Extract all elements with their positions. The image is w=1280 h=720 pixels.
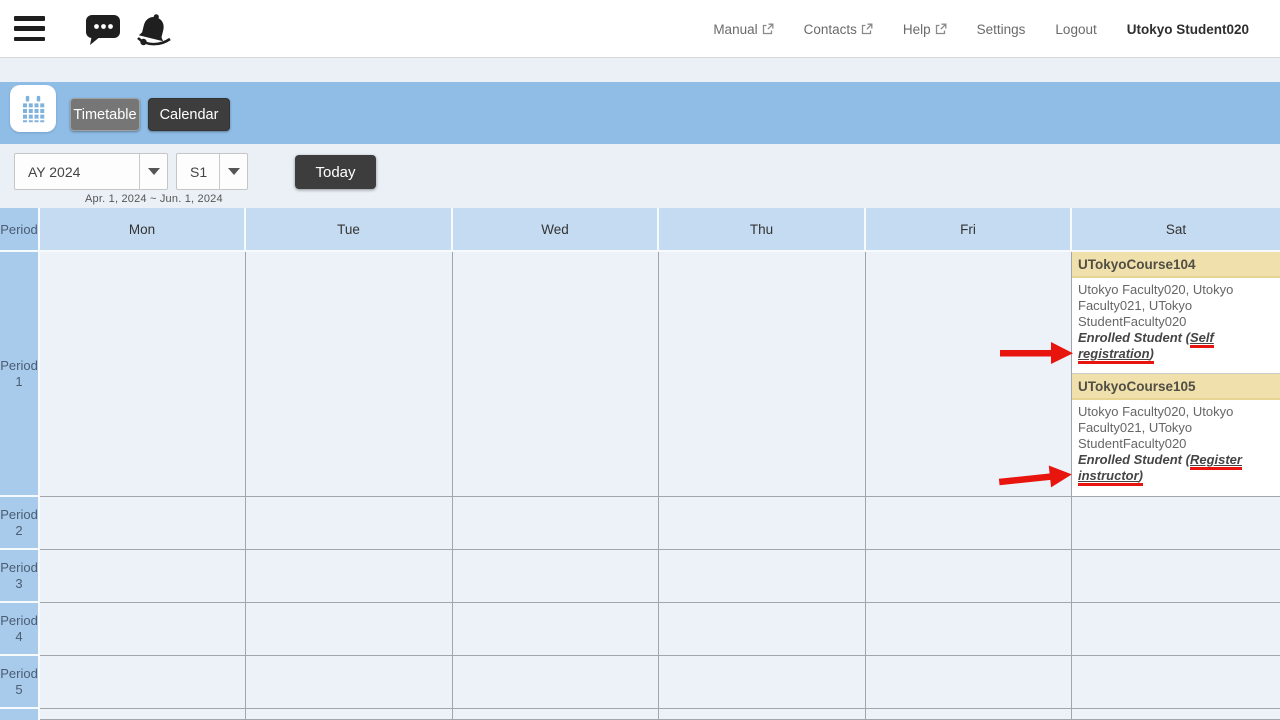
course-card-body: Utokyo Faculty020, Utokyo Faculty021, UT… (1072, 278, 1280, 373)
external-link-icon (935, 23, 947, 35)
timetable-cell (866, 603, 1072, 656)
calendar-tab-button[interactable]: Calendar (148, 98, 230, 131)
bell-icon[interactable] (132, 11, 174, 54)
day-header-thu: Thu (659, 208, 866, 252)
timetable-cell (866, 497, 1072, 550)
period-label-5: Period 5 (0, 656, 40, 709)
timetable-cell (659, 603, 866, 656)
timetable-cell (659, 252, 866, 497)
nav-link-contacts[interactable]: Contacts (804, 22, 873, 37)
nav-link-label: Settings (977, 22, 1026, 37)
timetable-cell (1072, 603, 1280, 656)
timetable-cell (246, 550, 453, 603)
period-label-partial (0, 709, 40, 720)
timetable-cell (453, 550, 659, 603)
timetable-cell (246, 656, 453, 709)
timetable-cell (1072, 497, 1280, 550)
nav-link-logout[interactable]: Logout (1055, 22, 1096, 37)
timetable-cell (659, 550, 866, 603)
nav-link-label: Contacts (804, 22, 857, 37)
timetable-cell (866, 550, 1072, 603)
navbar-links: Manual Contacts Help Settings Logout (713, 0, 1280, 58)
enrollment-suffix: ) (1150, 346, 1154, 361)
timetable-cell (659, 656, 866, 709)
course-title: UTokyoCourse105 (1072, 374, 1280, 400)
timetable-grid: Period Mon Tue Wed Thu Fri Sat Period 1 … (0, 208, 1280, 720)
timetable-cell (866, 709, 1072, 720)
period-label-3: Period 3 (0, 550, 40, 603)
timetable-cell (40, 656, 246, 709)
term-value: S1 (177, 154, 207, 189)
course-title: UTokyoCourse104 (1072, 252, 1280, 278)
timetable-cell (659, 709, 866, 720)
timetable-cell (40, 252, 246, 497)
enrollment-status: Enrolled Student (Register instructor) (1078, 452, 1274, 484)
enrollment-prefix: Enrolled Student ( (1078, 330, 1190, 345)
nav-link-label: Manual (713, 22, 757, 37)
timetable-cell (246, 252, 453, 497)
timetable-cell (1072, 709, 1280, 720)
period-label-1: Period 1 (0, 252, 40, 497)
timetable-cell (453, 497, 659, 550)
timetable-cell (246, 497, 453, 550)
top-navbar: Manual Contacts Help Settings Logout (0, 0, 1280, 58)
course-instructors: Utokyo Faculty020, Utokyo Faculty021, UT… (1078, 282, 1233, 329)
timetable-cell-sat-period1: UTokyoCourse104 Utokyo Faculty020, Utoky… (1072, 252, 1280, 497)
timetable-cell (1072, 550, 1280, 603)
chat-icon[interactable] (84, 11, 124, 52)
timetable-cell (1072, 656, 1280, 709)
nav-link-label: Logout (1055, 22, 1096, 37)
day-header-sat: Sat (1072, 208, 1280, 252)
today-button[interactable]: Today (295, 155, 376, 189)
nav-link-manual[interactable]: Manual (713, 22, 773, 37)
timetable-cell (246, 709, 453, 720)
day-header-mon: Mon (40, 208, 246, 252)
view-toolbar: Timetable Calendar (0, 82, 1280, 144)
day-header-tue: Tue (246, 208, 453, 252)
timetable-cell (453, 709, 659, 720)
nav-link-label: Help (903, 22, 931, 37)
course-card: UTokyoCourse105 Utokyo Faculty020, Utoky… (1072, 373, 1280, 496)
timetable-cell (40, 603, 246, 656)
academic-year-select[interactable]: AY 2024 (14, 153, 168, 190)
period-label-4: Period 4 (0, 603, 40, 656)
academic-year-value: AY 2024 (15, 154, 80, 189)
nav-link-settings[interactable]: Settings (977, 22, 1026, 37)
timetable-cell (659, 497, 866, 550)
period-label-2: Period 2 (0, 497, 40, 550)
hamburger-menu-icon[interactable] (14, 16, 45, 41)
timetable-cell (453, 656, 659, 709)
timetable-cell (40, 550, 246, 603)
timetable-cell (453, 603, 659, 656)
current-username: Utokyo Student020 (1127, 22, 1249, 37)
timetable-cell (40, 497, 246, 550)
timetable-cell (246, 603, 453, 656)
timetable-tab-button[interactable]: Timetable (70, 98, 140, 131)
course-instructors: Utokyo Faculty020, Utokyo Faculty021, UT… (1078, 404, 1233, 451)
day-header-wed: Wed (453, 208, 659, 252)
external-link-icon (861, 23, 873, 35)
enrollment-prefix: Enrolled Student ( (1078, 452, 1190, 467)
period-column-header: Period (0, 208, 40, 252)
date-range-label: Apr. 1, 2024 ~ Jun. 1, 2024 (85, 193, 223, 205)
course-card: UTokyoCourse104 Utokyo Faculty020, Utoky… (1072, 252, 1280, 373)
external-link-icon (762, 23, 774, 35)
enrollment-status: Enrolled Student (Self registration) (1078, 330, 1274, 362)
term-select[interactable]: S1 (176, 153, 248, 190)
timetable-cell (866, 656, 1072, 709)
timetable-cell (866, 252, 1072, 497)
course-card-body: Utokyo Faculty020, Utokyo Faculty021, UT… (1072, 400, 1280, 496)
chevron-down-icon (219, 154, 247, 189)
nav-link-help[interactable]: Help (903, 22, 947, 37)
filter-bar: AY 2024 S1 Today Apr. 1, 2024 ~ Jun. 1, … (0, 144, 1280, 208)
calendar-icon (10, 85, 56, 132)
chevron-down-icon (139, 154, 167, 189)
timetable-cell (40, 709, 246, 720)
day-header-fri: Fri (866, 208, 1072, 252)
enrollment-suffix: ) (1139, 468, 1143, 483)
annotation-arrow-self-registration (999, 341, 1073, 365)
timetable-cell (453, 252, 659, 497)
